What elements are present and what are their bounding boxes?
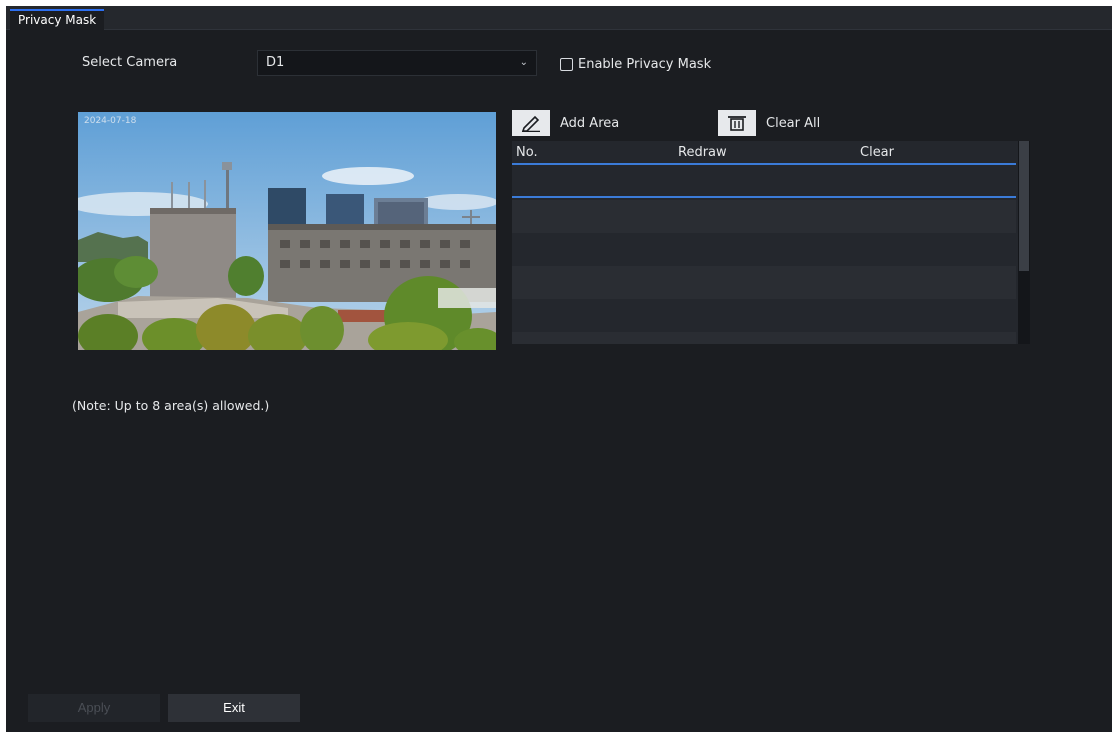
column-header-redraw: Redraw	[678, 145, 727, 160]
enable-privacy-mask-toggle[interactable]: Enable Privacy Mask	[560, 55, 711, 73]
table-row[interactable]	[512, 233, 1016, 266]
clear-all-label: Clear All	[766, 115, 821, 131]
pencil-icon	[512, 110, 550, 136]
camera-select[interactable]: D1 ⌄	[257, 50, 537, 76]
enable-privacy-mask-checkbox[interactable]	[560, 57, 573, 71]
column-header-clear: Clear	[860, 145, 894, 160]
column-header-no: No.	[516, 145, 538, 160]
table-row[interactable]	[512, 165, 1016, 198]
table-row[interactable]	[512, 266, 1016, 299]
area-table-header: No. Redraw Clear	[512, 141, 1016, 165]
camera-scene-image	[78, 112, 496, 350]
camera-preview[interactable]: 2024-07-18	[78, 112, 496, 350]
enable-privacy-mask-label: Enable Privacy Mask	[578, 56, 712, 72]
apply-button[interactable]: Apply	[28, 694, 160, 722]
tab-privacy-mask[interactable]: Privacy Mask	[10, 9, 105, 30]
chevron-down-icon[interactable]: ⌄	[520, 51, 528, 75]
tab-bar: Privacy Mask	[6, 6, 1112, 30]
privacy-mask-window: Privacy Mask Select Camera D1 ⌄ Enable P…	[6, 6, 1112, 732]
select-camera-label: Select Camera	[82, 55, 178, 70]
clear-all-button[interactable]: Clear All	[718, 110, 820, 136]
table-scrollbar[interactable]	[1018, 141, 1030, 344]
add-area-button[interactable]: Add Area	[512, 110, 619, 136]
add-area-label: Add Area	[560, 115, 620, 131]
preview-osd-timestamp: 2024-07-18	[84, 116, 137, 126]
scrollbar-thumb[interactable]	[1019, 141, 1029, 271]
table-row[interactable]	[512, 299, 1016, 332]
area-table: No. Redraw Clear	[512, 141, 1030, 344]
trash-icon	[718, 110, 756, 136]
table-row[interactable]	[512, 200, 1016, 233]
table-row[interactable]	[512, 332, 1016, 344]
camera-select-value: D1	[266, 55, 285, 70]
exit-button[interactable]: Exit	[168, 694, 300, 722]
area-limit-note: (Note: Up to 8 area(s) allowed.)	[72, 398, 270, 413]
